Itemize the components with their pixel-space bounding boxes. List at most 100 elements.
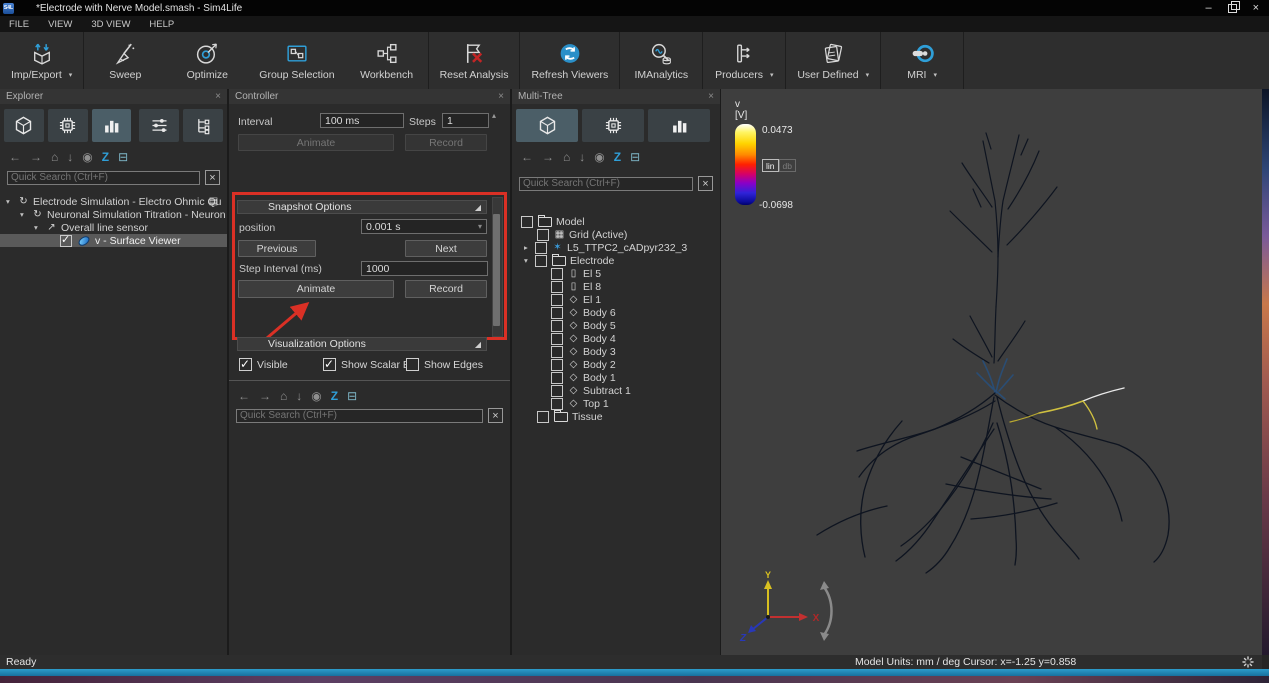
- visible-checkbox[interactable]: [239, 358, 252, 371]
- scrollbar-thumb[interactable]: [493, 214, 500, 326]
- tree-row-neuronal-simulation[interactable]: ▾ ↻ Neuronal Simulation Titration - Neur…: [0, 208, 227, 221]
- multitree-search-input[interactable]: [519, 177, 693, 191]
- forward-icon[interactable]: →: [259, 389, 271, 403]
- forward-icon[interactable]: →: [542, 150, 554, 164]
- menu-3d-view[interactable]: 3D VIEW: [91, 19, 130, 30]
- visibility-checkbox[interactable]: [537, 229, 549, 241]
- menu-help[interactable]: HELP: [149, 19, 174, 30]
- tree-row-surface-viewer[interactable]: v - Surface Viewer: [0, 234, 227, 247]
- visibility-checkbox[interactable]: [551, 320, 563, 332]
- visibility-checkbox[interactable]: [551, 294, 563, 306]
- visibility-checkbox[interactable]: [521, 216, 533, 228]
- visibility-checkbox[interactable]: [551, 307, 563, 319]
- eye-icon[interactable]: ◉: [82, 150, 92, 164]
- expand-icon[interactable]: ▸: [524, 243, 535, 252]
- visibility-checkbox[interactable]: [551, 385, 563, 397]
- clear-search-icon[interactable]: ×: [205, 170, 220, 185]
- toolbar-optimize[interactable]: Optimize: [166, 32, 248, 89]
- tab-analysis[interactable]: [92, 109, 132, 142]
- tab-hierarchy[interactable]: [183, 109, 223, 142]
- expand-icon[interactable]: ▾: [6, 197, 17, 206]
- controller-animate-button[interactable]: Animate: [238, 134, 394, 151]
- zoom-z-icon[interactable]: Z: [331, 389, 338, 403]
- dropdown-caret-icon[interactable]: ▾: [69, 71, 73, 79]
- snapshot-record-button[interactable]: Record: [405, 280, 487, 298]
- tree-row-body3[interactable]: ◇ Body 3: [512, 345, 720, 358]
- section-collapse-icon[interactable]: ◢: [475, 340, 481, 349]
- scale-lin-button[interactable]: lin: [762, 159, 779, 172]
- back-icon[interactable]: ←: [9, 150, 21, 164]
- home-icon[interactable]: ⌂: [563, 150, 570, 164]
- snapshot-animate-button[interactable]: Animate: [238, 280, 394, 298]
- next-button[interactable]: Next: [405, 240, 487, 257]
- tree-row-line-sensor[interactable]: ▾ ↗ Overall line sensor: [0, 221, 227, 234]
- tree-row-top1[interactable]: ◇ Top 1: [512, 397, 720, 410]
- toolbar-producers[interactable]: Producers▾: [703, 32, 786, 89]
- controller-record-button[interactable]: Record: [405, 134, 487, 151]
- down-icon[interactable]: ↓: [579, 150, 585, 164]
- previous-button[interactable]: Previous: [238, 240, 316, 257]
- zoom-z-icon[interactable]: Z: [102, 150, 109, 164]
- tree-row-body6[interactable]: ◇ Body 6: [512, 306, 720, 319]
- show-edges-checkbox-row[interactable]: Show Edges: [406, 358, 483, 371]
- toolbar-refresh-viewers[interactable]: Refresh Viewers: [520, 32, 620, 89]
- tree-row-model[interactable]: Model: [512, 215, 720, 228]
- tab-model-3d[interactable]: [516, 109, 578, 142]
- dropdown-caret-icon[interactable]: ▾: [770, 71, 774, 79]
- visibility-checkbox[interactable]: [551, 281, 563, 293]
- tab-simulation[interactable]: [582, 109, 644, 142]
- scale-db-button[interactable]: db: [779, 159, 796, 172]
- panel-close-icon[interactable]: ×: [708, 91, 714, 102]
- zoom-z-icon[interactable]: Z: [614, 150, 621, 164]
- step-interval-input[interactable]: [361, 261, 488, 276]
- visibility-checkbox[interactable]: [551, 346, 563, 358]
- toolbar-imp-export[interactable]: Imp/Export▾: [0, 32, 84, 89]
- scalar-bar-checkbox[interactable]: [323, 358, 336, 371]
- expand-icon[interactable]: ▾: [524, 256, 535, 265]
- toolbar-group-selection[interactable]: Group Selection: [248, 32, 345, 89]
- visibility-checkbox[interactable]: [551, 398, 563, 410]
- visualization-options-header[interactable]: Visualization Options ◢: [237, 337, 487, 351]
- down-icon[interactable]: ↓: [296, 389, 302, 403]
- home-icon[interactable]: ⌂: [280, 389, 287, 403]
- toolbar-reset-analysis[interactable]: Reset Analysis: [429, 32, 521, 89]
- controller-search-input[interactable]: [236, 409, 483, 423]
- menu-file[interactable]: FILE: [9, 19, 29, 30]
- tree-row-electrode-simulation[interactable]: ▾ ↻ Electrode Simulation - Electro Ohmic…: [0, 195, 227, 208]
- menu-view[interactable]: VIEW: [48, 19, 72, 30]
- toolbar-mri[interactable]: MRI▾: [881, 32, 964, 89]
- steps-input[interactable]: [442, 113, 489, 128]
- expand-icon[interactable]: ▾: [20, 210, 31, 219]
- visibility-checkbox[interactable]: [551, 268, 563, 280]
- tree-row-body4[interactable]: ◇ Body 4: [512, 332, 720, 345]
- tree-row-neuron-model[interactable]: ▸ ✶ L5_TTPC2_cADpyr232_3: [512, 241, 720, 254]
- box-minus-icon[interactable]: ⊟: [630, 150, 640, 164]
- visibility-checkbox[interactable]: [60, 235, 72, 247]
- dropdown-caret-icon[interactable]: ▾: [933, 71, 937, 79]
- eye-icon[interactable]: ◉: [594, 150, 604, 164]
- clear-search-icon[interactable]: ×: [698, 176, 713, 191]
- controller-scrollbar[interactable]: [492, 197, 503, 337]
- box-minus-icon[interactable]: ⊟: [118, 150, 128, 164]
- home-icon[interactable]: ⌂: [51, 150, 58, 164]
- tree-row-subtract1[interactable]: ◇ Subtract 1: [512, 384, 720, 397]
- tab-properties[interactable]: [139, 109, 179, 142]
- tree-row-el8[interactable]: ▯ El 8: [512, 280, 720, 293]
- scalar-bar-checkbox-row[interactable]: Show Scalar Ba: [323, 358, 416, 371]
- panel-close-icon[interactable]: ×: [498, 91, 504, 102]
- visibility-checkbox[interactable]: [551, 333, 563, 345]
- toolbar-workbench[interactable]: Workbench: [346, 32, 429, 89]
- tree-row-electrode[interactable]: ▾ Electrode: [512, 254, 720, 267]
- tree-row-tissue[interactable]: Tissue: [512, 410, 720, 423]
- tab-simulation[interactable]: [48, 109, 88, 142]
- tab-model-3d[interactable]: [4, 109, 44, 142]
- back-icon[interactable]: ←: [521, 150, 533, 164]
- snapshot-options-header[interactable]: Snapshot Options ◢: [237, 200, 487, 214]
- restore-button[interactable]: [1228, 4, 1237, 13]
- section-collapse-icon[interactable]: ◢: [475, 203, 481, 212]
- tree-row-el1[interactable]: ◇ El 1: [512, 293, 720, 306]
- down-icon[interactable]: ↓: [67, 150, 73, 164]
- panel-close-icon[interactable]: ×: [215, 91, 221, 102]
- tree-row-body5[interactable]: ◇ Body 5: [512, 319, 720, 332]
- visibility-checkbox[interactable]: [551, 359, 563, 371]
